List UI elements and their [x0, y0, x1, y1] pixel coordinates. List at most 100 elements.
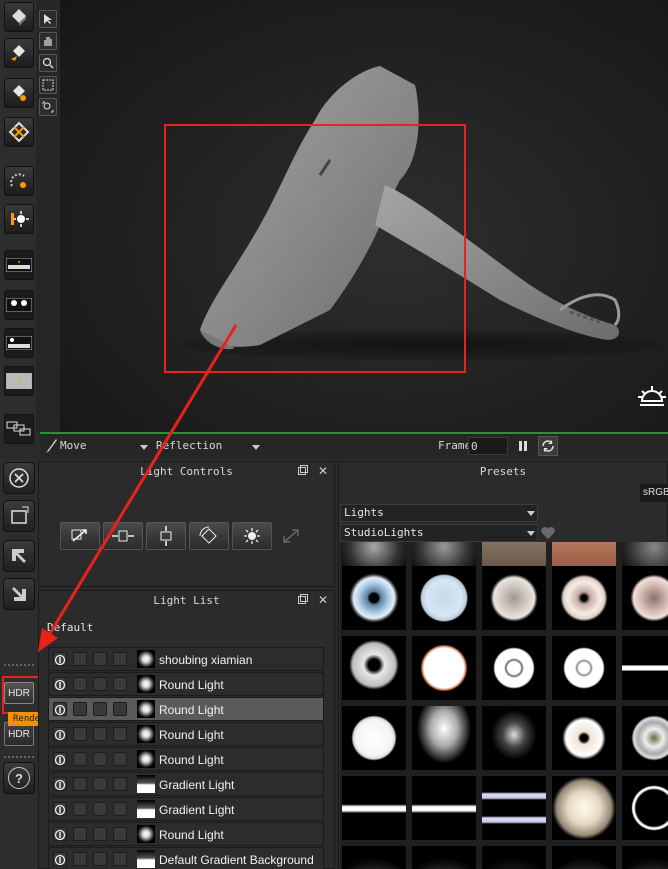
light-list-row[interactable]: Gradient Light — [48, 797, 324, 821]
preset-tile[interactable] — [552, 636, 616, 700]
visible-icon[interactable] — [73, 727, 87, 741]
solo-icon[interactable] — [53, 752, 67, 766]
chevron-down-icon[interactable] — [252, 445, 260, 450]
light-sun-tool[interactable] — [0, 204, 38, 234]
link-icon[interactable] — [113, 752, 127, 766]
light-list-row[interactable]: Round Light — [48, 722, 324, 746]
preset-tile[interactable] — [412, 636, 476, 700]
link-icon[interactable] — [113, 727, 127, 741]
preset-tile[interactable] — [622, 566, 668, 630]
help-button[interactable]: ? — [3, 762, 35, 794]
lock-icon[interactable] — [93, 652, 107, 666]
light-preset-b[interactable] — [0, 290, 38, 320]
preset-tile[interactable] — [412, 566, 476, 630]
solo-icon[interactable] — [53, 827, 67, 841]
lock-icon[interactable] — [93, 752, 107, 766]
multi-view-tool[interactable] — [0, 414, 38, 444]
preset-tile[interactable] — [622, 776, 668, 840]
preset-tile[interactable] — [482, 566, 546, 630]
light-move-button[interactable] — [60, 522, 100, 550]
preset-tile[interactable] — [622, 846, 668, 869]
solo-icon[interactable] — [53, 652, 67, 666]
preset-tile[interactable] — [412, 706, 476, 770]
paint-tool-2[interactable] — [0, 38, 38, 68]
light-list-row[interactable]: shoubing xiamian — [48, 647, 324, 671]
lock-icon[interactable] — [93, 802, 107, 816]
solo-icon[interactable] — [53, 702, 67, 716]
close-icon[interactable]: ✕ — [317, 594, 329, 606]
close-icon[interactable]: ✕ — [317, 465, 329, 477]
lock-icon[interactable] — [93, 727, 107, 741]
lock-icon[interactable] — [93, 852, 107, 866]
preset-tile[interactable] — [342, 636, 406, 700]
visible-icon[interactable] — [73, 702, 87, 716]
preset-tile[interactable] — [412, 776, 476, 840]
preset-tile[interactable] — [482, 636, 546, 700]
lock-icon[interactable] — [93, 827, 107, 841]
library-select[interactable]: StudioLights — [340, 524, 538, 542]
link-icon[interactable] — [113, 652, 127, 666]
link-icon[interactable] — [113, 677, 127, 691]
heart-icon[interactable] — [540, 525, 556, 541]
chevron-down-icon[interactable] — [140, 445, 148, 450]
link-icon[interactable] — [113, 702, 127, 716]
arrow-up-left-icon[interactable] — [3, 540, 35, 572]
pointer-icon[interactable] — [39, 10, 57, 28]
zoom-region-icon[interactable] — [39, 76, 57, 94]
lock-icon[interactable] — [93, 702, 107, 716]
refresh-icon[interactable] — [538, 436, 558, 456]
solo-icon[interactable] — [53, 802, 67, 816]
render-viewport[interactable] — [60, 0, 668, 432]
tool-select[interactable]: Move — [60, 439, 87, 452]
light-list-row[interactable]: Round Light — [48, 672, 324, 696]
frame-field[interactable]: 0 — [468, 437, 508, 455]
preset-tile[interactable] — [552, 566, 616, 630]
preset-tile[interactable] — [342, 776, 406, 840]
paint-tool-4[interactable] — [0, 117, 38, 147]
light-list-row[interactable]: Round Light — [48, 697, 324, 721]
preset-tile[interactable] — [342, 706, 406, 770]
paint-tool-3[interactable] — [0, 78, 38, 108]
zoom-fit-icon[interactable] — [39, 98, 57, 116]
link-icon[interactable] — [113, 802, 127, 816]
light-preset-d[interactable] — [0, 366, 38, 396]
visible-icon[interactable] — [73, 677, 87, 691]
preset-tile[interactable] — [482, 846, 546, 869]
visible-icon[interactable] — [73, 652, 87, 666]
visible-icon[interactable] — [73, 802, 87, 816]
float-icon[interactable] — [297, 465, 309, 477]
environment-icon[interactable] — [636, 380, 668, 416]
light-rotate-button[interactable] — [189, 522, 229, 550]
visible-icon[interactable] — [73, 827, 87, 841]
expand-icon[interactable] — [276, 524, 306, 548]
preset-tile[interactable] — [342, 566, 406, 630]
preset-tile[interactable] — [482, 776, 546, 840]
light-scale-h-button[interactable] — [103, 522, 143, 550]
preset-tile[interactable] — [622, 636, 668, 700]
pause-icon[interactable] — [516, 438, 530, 454]
link-icon[interactable] — [113, 852, 127, 866]
preset-tile[interactable] — [552, 846, 616, 869]
preset-tile[interactable] — [342, 846, 406, 869]
preset-tile[interactable] — [622, 706, 668, 770]
preset-tile[interactable] — [552, 776, 616, 840]
lock-icon[interactable] — [93, 777, 107, 791]
zoom-icon[interactable] — [39, 54, 57, 72]
solo-icon[interactable] — [53, 677, 67, 691]
category-select[interactable]: Lights — [340, 504, 538, 522]
light-list-row[interactable]: Default Gradient Background — [48, 847, 324, 869]
solo-icon[interactable] — [53, 727, 67, 741]
hand-icon[interactable] — [39, 32, 57, 50]
light-brightness-button[interactable] — [232, 522, 272, 550]
preset-tile[interactable] — [552, 706, 616, 770]
link-icon[interactable] — [113, 827, 127, 841]
preset-tile[interactable] — [412, 846, 476, 869]
visible-icon[interactable] — [73, 752, 87, 766]
solo-icon[interactable] — [53, 852, 67, 866]
close-button[interactable] — [3, 462, 35, 494]
link-icon[interactable] — [113, 777, 127, 791]
paint-tool-1[interactable] — [0, 2, 38, 32]
float-icon[interactable] — [297, 594, 309, 606]
frame-button[interactable] — [3, 500, 35, 532]
mode-select[interactable]: Reflection — [156, 439, 222, 452]
